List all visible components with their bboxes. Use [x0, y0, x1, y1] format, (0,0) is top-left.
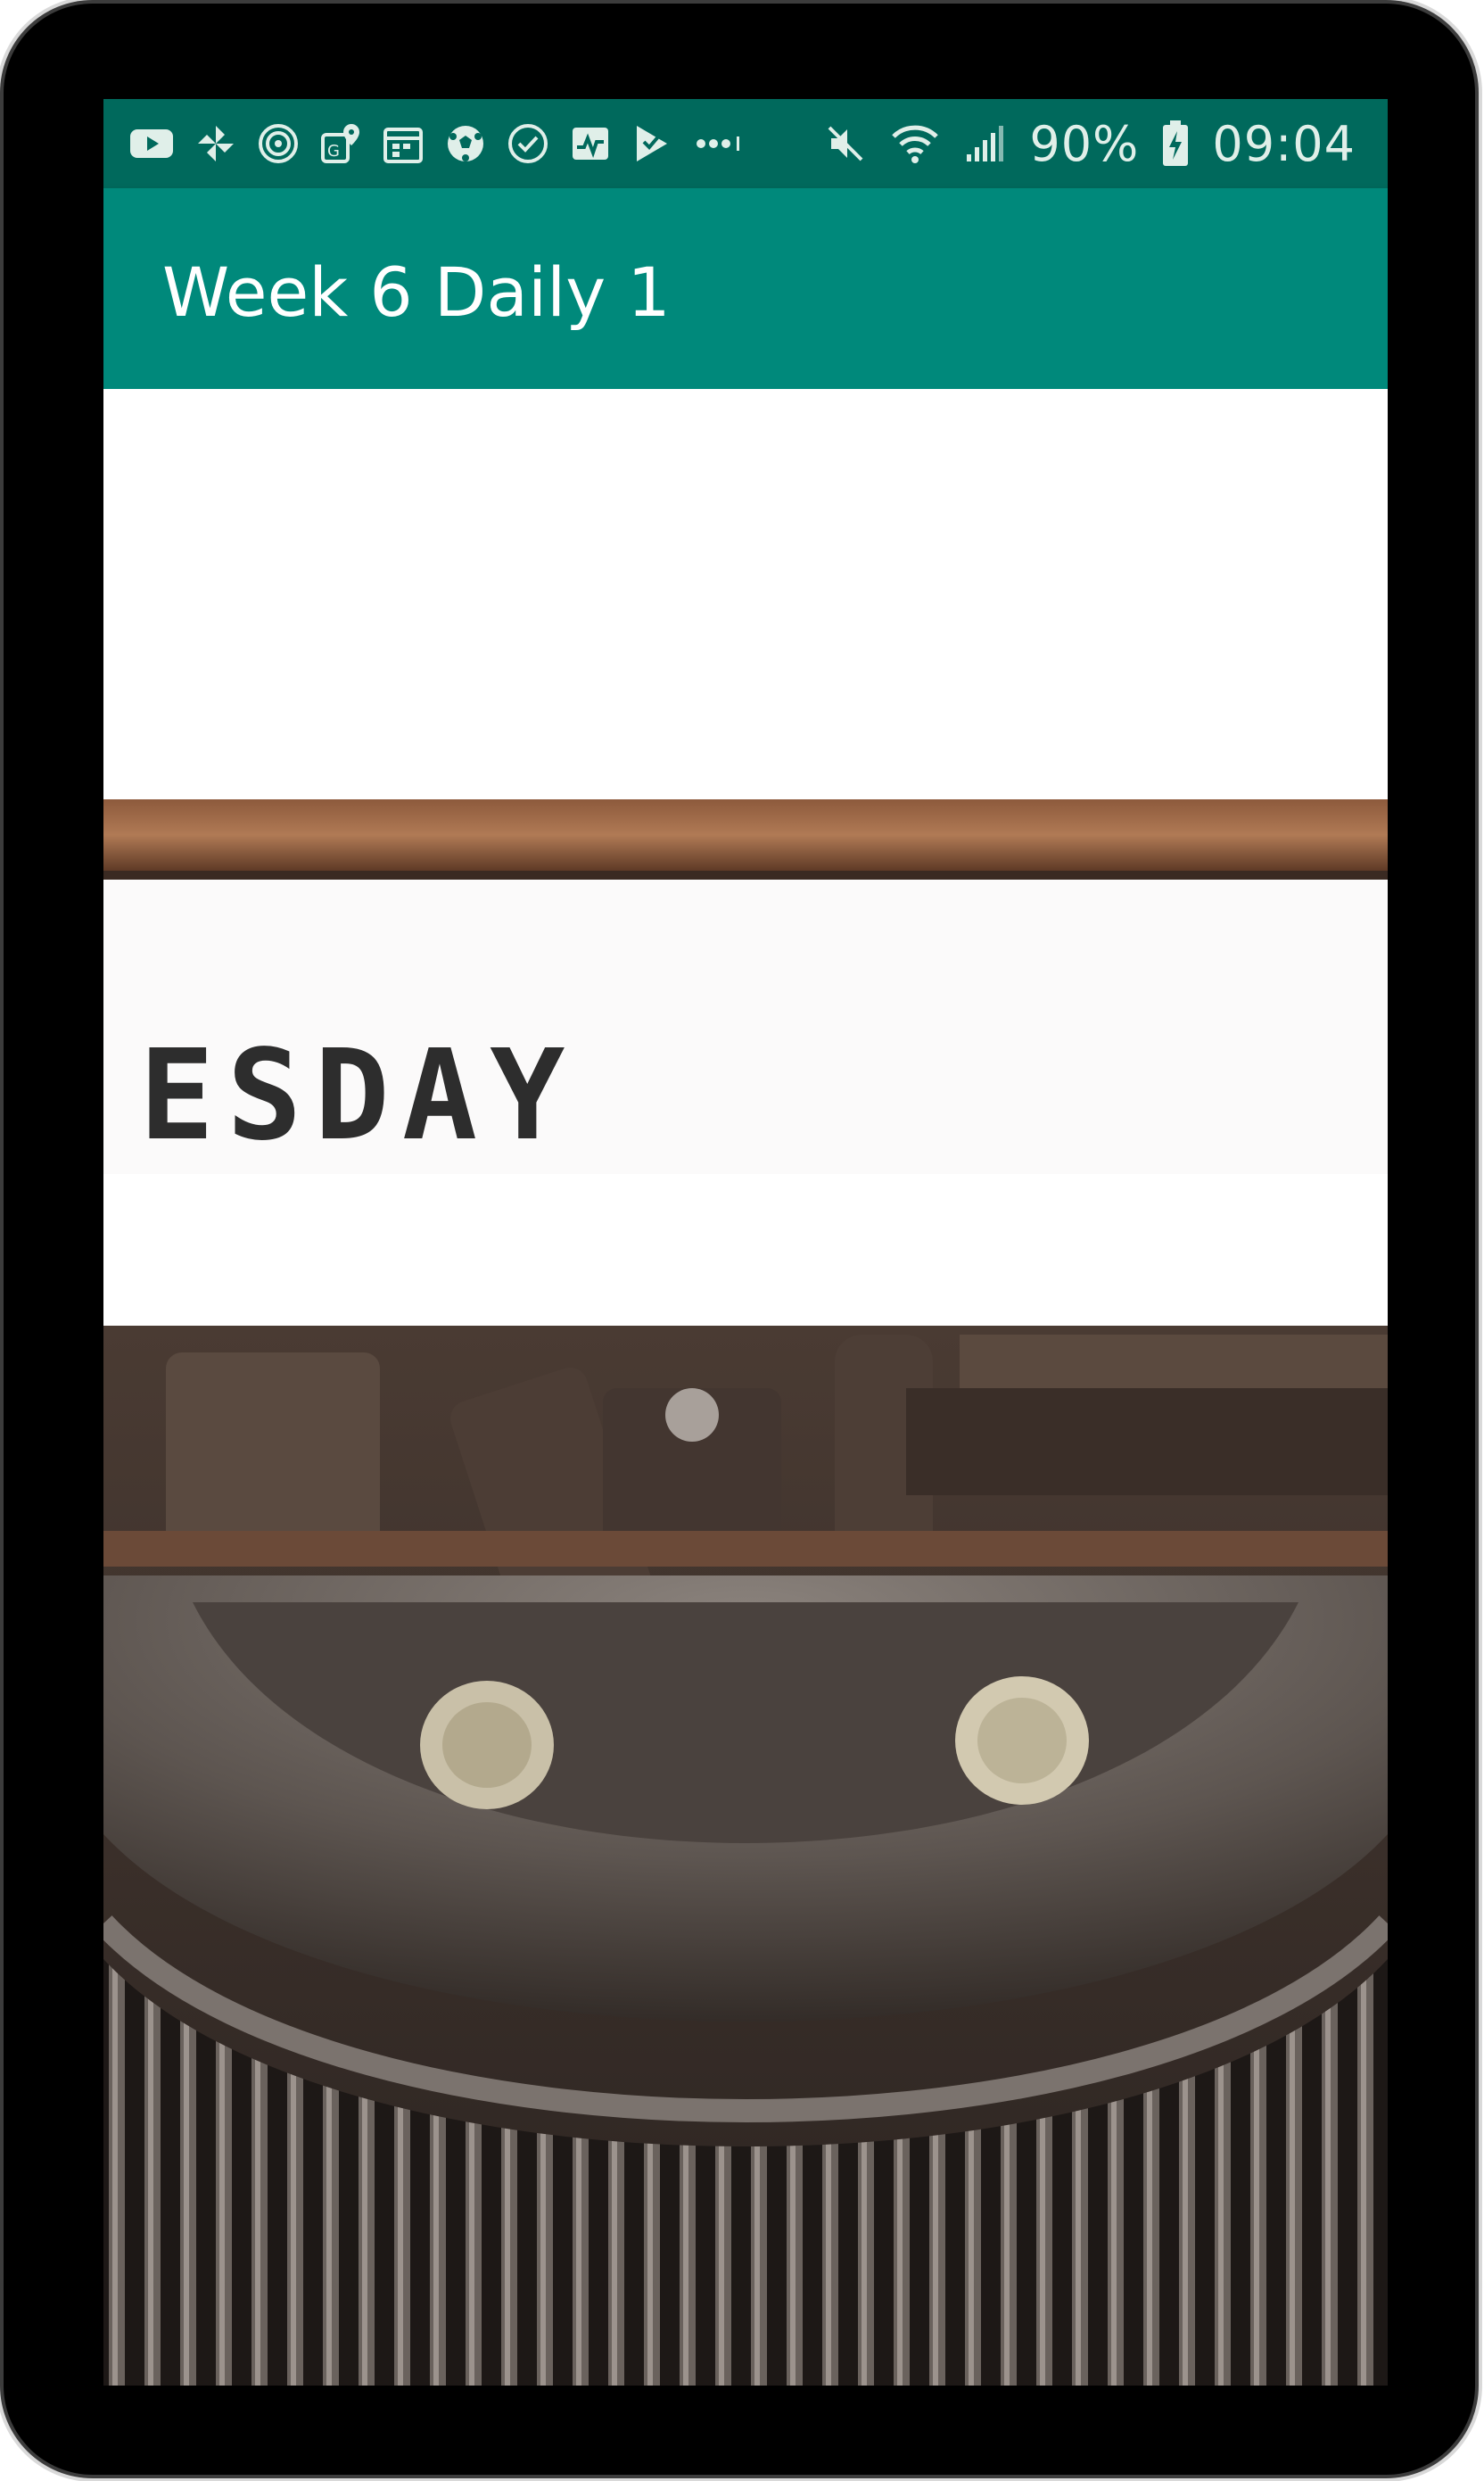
activity-icon — [573, 128, 608, 160]
more-dots-icon — [697, 136, 739, 151]
app-bar: Week 6 Daily 1 — [103, 188, 1388, 389]
wifi-icon — [892, 125, 939, 163]
pinwheel-icon — [198, 126, 234, 161]
main-content: ESDAY — [103, 389, 1388, 2386]
clock: 09:04 — [1212, 115, 1356, 172]
battery-charging-icon — [1163, 120, 1189, 166]
checklist-icon — [637, 126, 667, 161]
signal-rings-icon — [259, 124, 298, 163]
youtube-icon — [130, 129, 173, 158]
typewriter-image: ESDAY — [103, 389, 1388, 2386]
status-bar: G 90% 09:04 — [103, 99, 1388, 188]
system-status: 90% 09:04 — [824, 115, 1356, 172]
phone-screen: G 90% 09:04 Week 6 Daily 1 ESDAY — [103, 99, 1388, 2386]
calendar-icon — [383, 128, 423, 163]
cell-signal-icon — [967, 126, 1004, 161]
mute-icon — [828, 126, 863, 161]
svg-text:G: G — [327, 142, 340, 161]
soccer-ball-icon — [448, 126, 483, 161]
notification-icons: G — [128, 119, 744, 169]
check-circle-icon — [508, 124, 548, 163]
battery-percent: 90% — [1029, 115, 1140, 172]
typed-text: ESDAY — [139, 1023, 577, 1169]
page-title: Week 6 Daily 1 — [162, 252, 671, 332]
phone-frame: G 90% 09:04 Week 6 Daily 1 ESDAY — [4, 4, 1475, 2475]
map-pin-icon: G — [321, 124, 359, 163]
